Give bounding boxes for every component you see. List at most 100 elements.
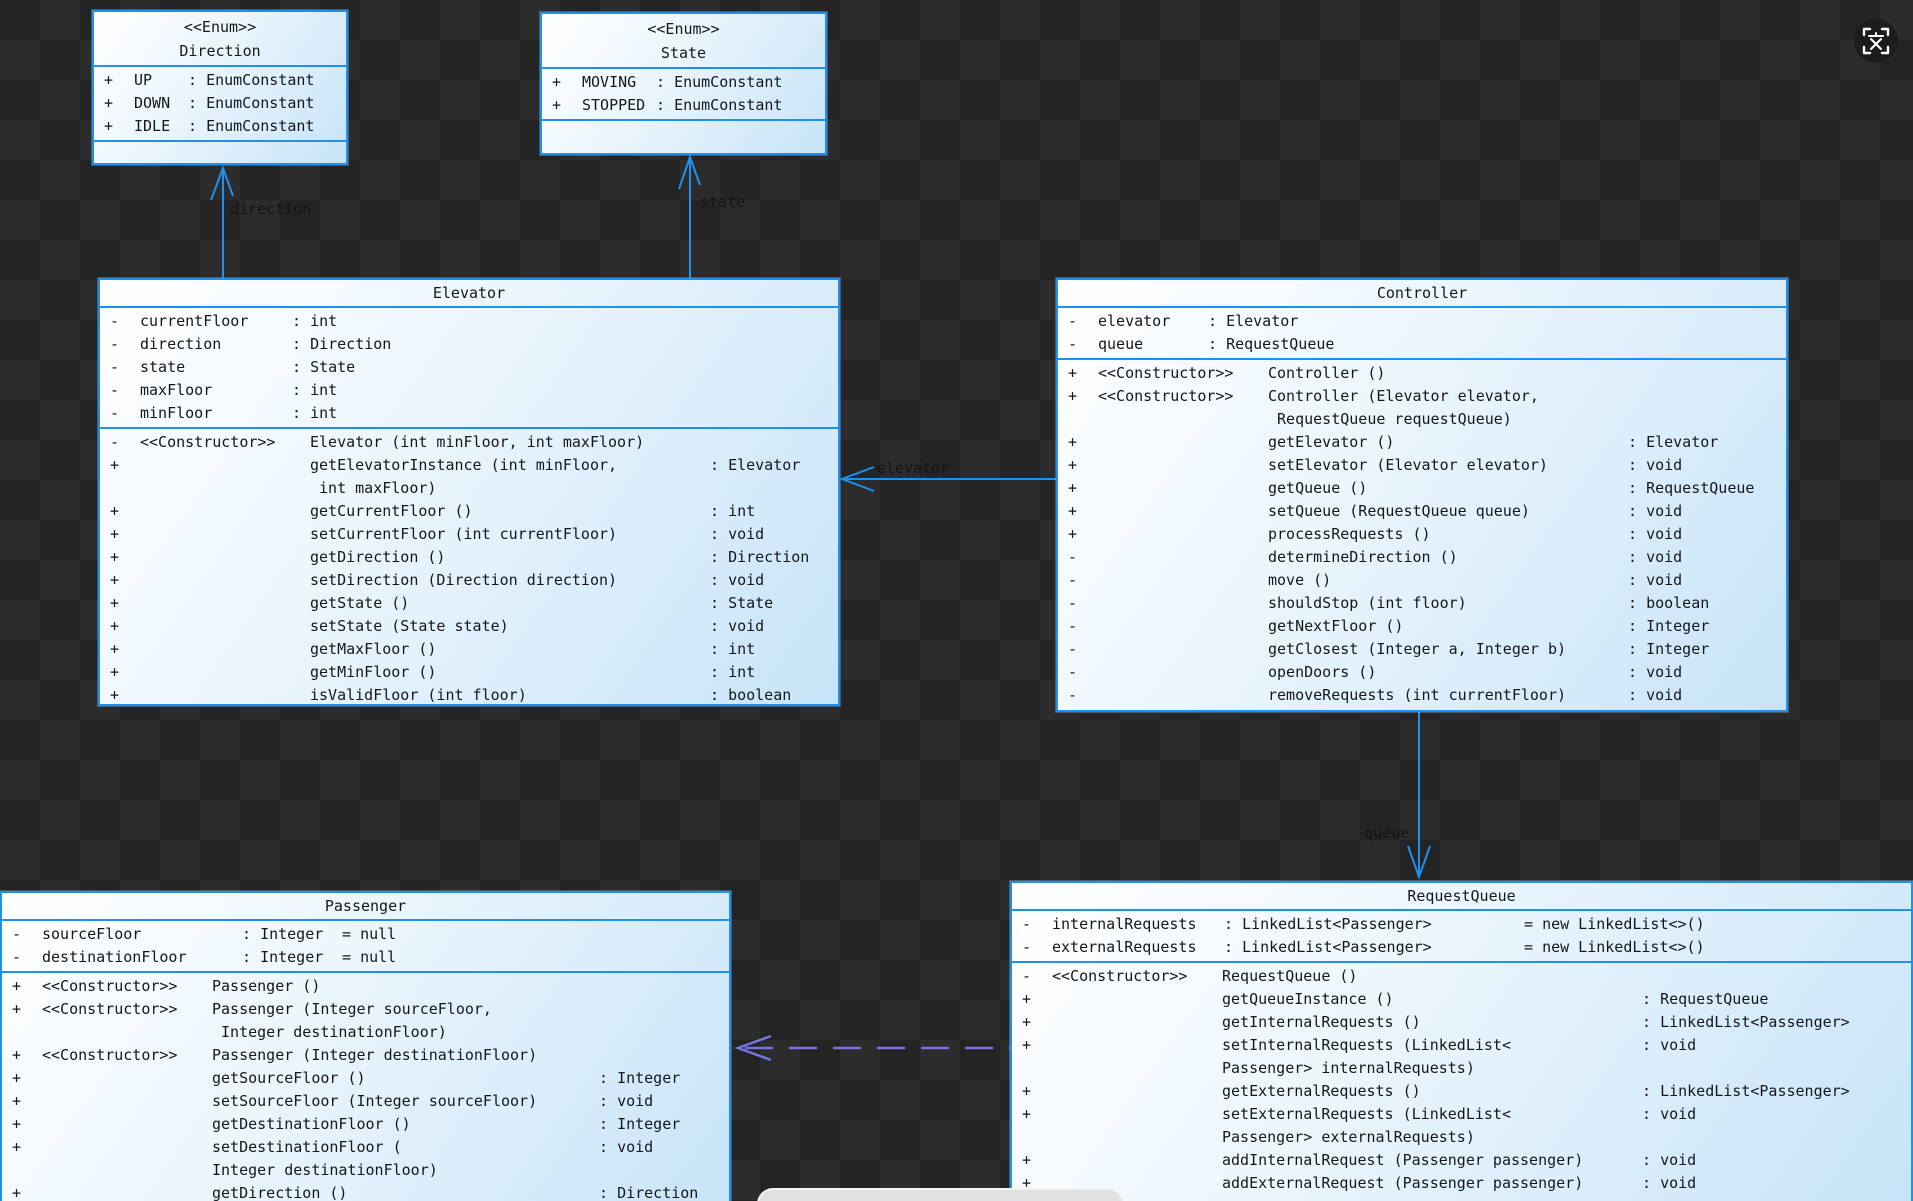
constructor-tag: <<Constructor>> — [42, 998, 212, 1021]
method-signature: shouldStop (int floor) — [1268, 592, 1628, 615]
attribute-row: -externalRequestsLinkedList<Passenger>ne… — [1012, 936, 1911, 959]
attribute-row: +MOVINGEnumConstant — [542, 71, 825, 94]
visibility: + — [12, 1113, 42, 1136]
method-row: -removeRequests (int currentFloor)void — [1058, 684, 1786, 707]
class-box-state[interactable]: <<Enum>> State +MOVINGEnumConstant+STOPP… — [540, 12, 827, 155]
visibility: + — [110, 661, 140, 684]
visibility: + — [104, 69, 134, 92]
edge-requestqueue-passenger-dependency[interactable] — [738, 1036, 1010, 1060]
method-row: +setQueue (RequestQueue queue)void — [1058, 500, 1786, 523]
methods-compartment: +<<Constructor>>Controller ()+<<Construc… — [1058, 360, 1786, 710]
method-return-type: RequestQueue — [1628, 477, 1754, 500]
method-row: +<<Constructor>>Controller () — [1058, 362, 1786, 385]
edge-elevator-direction[interactable]: direction — [211, 168, 311, 278]
edge-controller-elevator[interactable]: elevator — [842, 459, 1056, 491]
method-row: -<<Constructor>>RequestQueue () — [1012, 965, 1911, 988]
method-row: +getElevatorInstance (int minFloor,Eleva… — [100, 454, 838, 477]
method-signature: Passenger> externalRequests) — [1222, 1126, 1642, 1149]
visibility: + — [1068, 500, 1098, 523]
method-signature: setState (State state) — [310, 615, 710, 638]
method-signature: setElevator (Elevator elevator) — [1268, 454, 1628, 477]
attribute-name: currentFloor — [140, 310, 292, 333]
class-name: Controller — [1058, 280, 1786, 306]
attribute-type: EnumConstant — [656, 94, 782, 117]
constructor-tag: <<Constructor>> — [1098, 385, 1268, 408]
method-row: +getQueue ()RequestQueue — [1058, 477, 1786, 500]
method-row: +setSourceFloor (Integer sourceFloor)voi… — [2, 1090, 729, 1113]
attribute-name: elevator — [1098, 310, 1208, 333]
method-signature: move () — [1268, 569, 1628, 592]
attribute-type: EnumConstant — [188, 115, 314, 138]
visibility: - — [1022, 913, 1052, 936]
method-signature: setInternalRequests (LinkedList< — [1222, 1034, 1642, 1057]
visibility: + — [1022, 1080, 1052, 1103]
method-row: +getMaxFloor ()int — [100, 638, 838, 661]
method-row: +getDirection ()Direction — [100, 546, 838, 569]
attribute-type: RequestQueue — [1208, 333, 1334, 356]
attribute-default: new LinkedList<>() — [1524, 936, 1705, 959]
attributes-compartment: -elevatorElevator-queueRequestQueue — [1058, 308, 1786, 360]
edge-elevator-state[interactable]: state — [679, 157, 745, 278]
attribute-row: -directionDirection — [100, 333, 838, 356]
attribute-name: MOVING — [582, 71, 656, 94]
visibility: + — [1068, 362, 1098, 385]
attribute-row: -stateState — [100, 356, 838, 379]
constructor-tag: <<Constructor>> — [1098, 362, 1268, 385]
visibility: + — [104, 115, 134, 138]
visibility: + — [1022, 1149, 1052, 1172]
class-box-requestqueue[interactable]: RequestQueue -internalRequestsLinkedList… — [1010, 881, 1913, 1201]
method-row-continuation: RequestQueue requestQueue) — [1058, 408, 1786, 431]
class-box-passenger[interactable]: Passenger -sourceFloorIntegernull-destin… — [0, 891, 731, 1201]
method-row: -move ()void — [1058, 569, 1786, 592]
attribute-name: queue — [1098, 333, 1208, 356]
attribute-type: int — [292, 402, 337, 425]
visibility: - — [1022, 965, 1052, 988]
attribute-row: +UPEnumConstant — [94, 69, 346, 92]
method-return-type: void — [1628, 569, 1682, 592]
attribute-row: -destinationFloorIntegernull — [2, 946, 729, 969]
class-box-elevator[interactable]: Elevator -currentFloorint-directionDirec… — [98, 278, 840, 706]
bottom-sheet[interactable] — [757, 1188, 1124, 1201]
attributes-compartment: +MOVINGEnumConstant+STOPPEDEnumConstant — [542, 69, 825, 121]
visibility: + — [1022, 1034, 1052, 1057]
method-return-type: Elevator — [710, 454, 800, 477]
constructor-tag: <<Constructor>> — [140, 431, 310, 454]
methods-compartment: -<<Constructor>>RequestQueue ()+getQueue… — [1012, 963, 1911, 1201]
visibility: + — [1068, 385, 1098, 408]
method-signature: Elevator (int minFloor, int maxFloor) — [310, 431, 710, 454]
method-row: -shouldStop (int floor)boolean — [1058, 592, 1786, 615]
class-box-controller[interactable]: Controller -elevatorElevator-queueReques… — [1056, 278, 1788, 712]
attribute-row: -currentFloorint — [100, 310, 838, 333]
class-name: Passenger — [2, 893, 729, 919]
class-name: Elevator — [100, 280, 838, 306]
method-row: +getState ()State — [100, 592, 838, 615]
method-signature: getMaxFloor () — [310, 638, 710, 661]
method-row-continuation: Passenger> externalRequests) — [1012, 1126, 1911, 1149]
attribute-type: Direction — [292, 333, 391, 356]
method-row: -<<Constructor>>Elevator (int minFloor, … — [100, 431, 838, 454]
method-return-type: int — [710, 638, 755, 661]
method-return-type: void — [1642, 1149, 1696, 1172]
diagram-canvas[interactable]: direction state elevator queue <<Enum>> … — [0, 0, 1913, 1201]
method-row: +getElevator ()Elevator — [1058, 431, 1786, 454]
visibility: + — [1068, 431, 1098, 454]
attribute-name: maxFloor — [140, 379, 292, 402]
class-box-direction[interactable]: <<Enum>> Direction +UPEnumConstant+DOWNE… — [92, 10, 348, 165]
method-signature: getDirection () — [212, 1182, 599, 1201]
attribute-name: state — [140, 356, 292, 379]
method-signature: getDirection () — [310, 546, 710, 569]
edge-controller-queue[interactable]: queue — [1364, 712, 1430, 877]
method-row: +<<Constructor>>Passenger () — [2, 975, 729, 998]
attribute-type: State — [292, 356, 355, 379]
method-return-type: void — [1628, 500, 1682, 523]
method-return-type: void — [1642, 1034, 1696, 1057]
method-row: +getExternalRequests ()LinkedList<Passen… — [1012, 1080, 1911, 1103]
method-signature: Passenger> internalRequests) — [1222, 1057, 1642, 1080]
translate-button[interactable] — [1854, 19, 1898, 63]
class-name: Direction — [94, 39, 346, 63]
method-return-type: Integer — [599, 1113, 680, 1136]
visibility: + — [1022, 1103, 1052, 1126]
method-signature: int maxFloor) — [310, 477, 710, 500]
method-row: +getMinFloor ()int — [100, 661, 838, 684]
attribute-type: EnumConstant — [188, 69, 314, 92]
